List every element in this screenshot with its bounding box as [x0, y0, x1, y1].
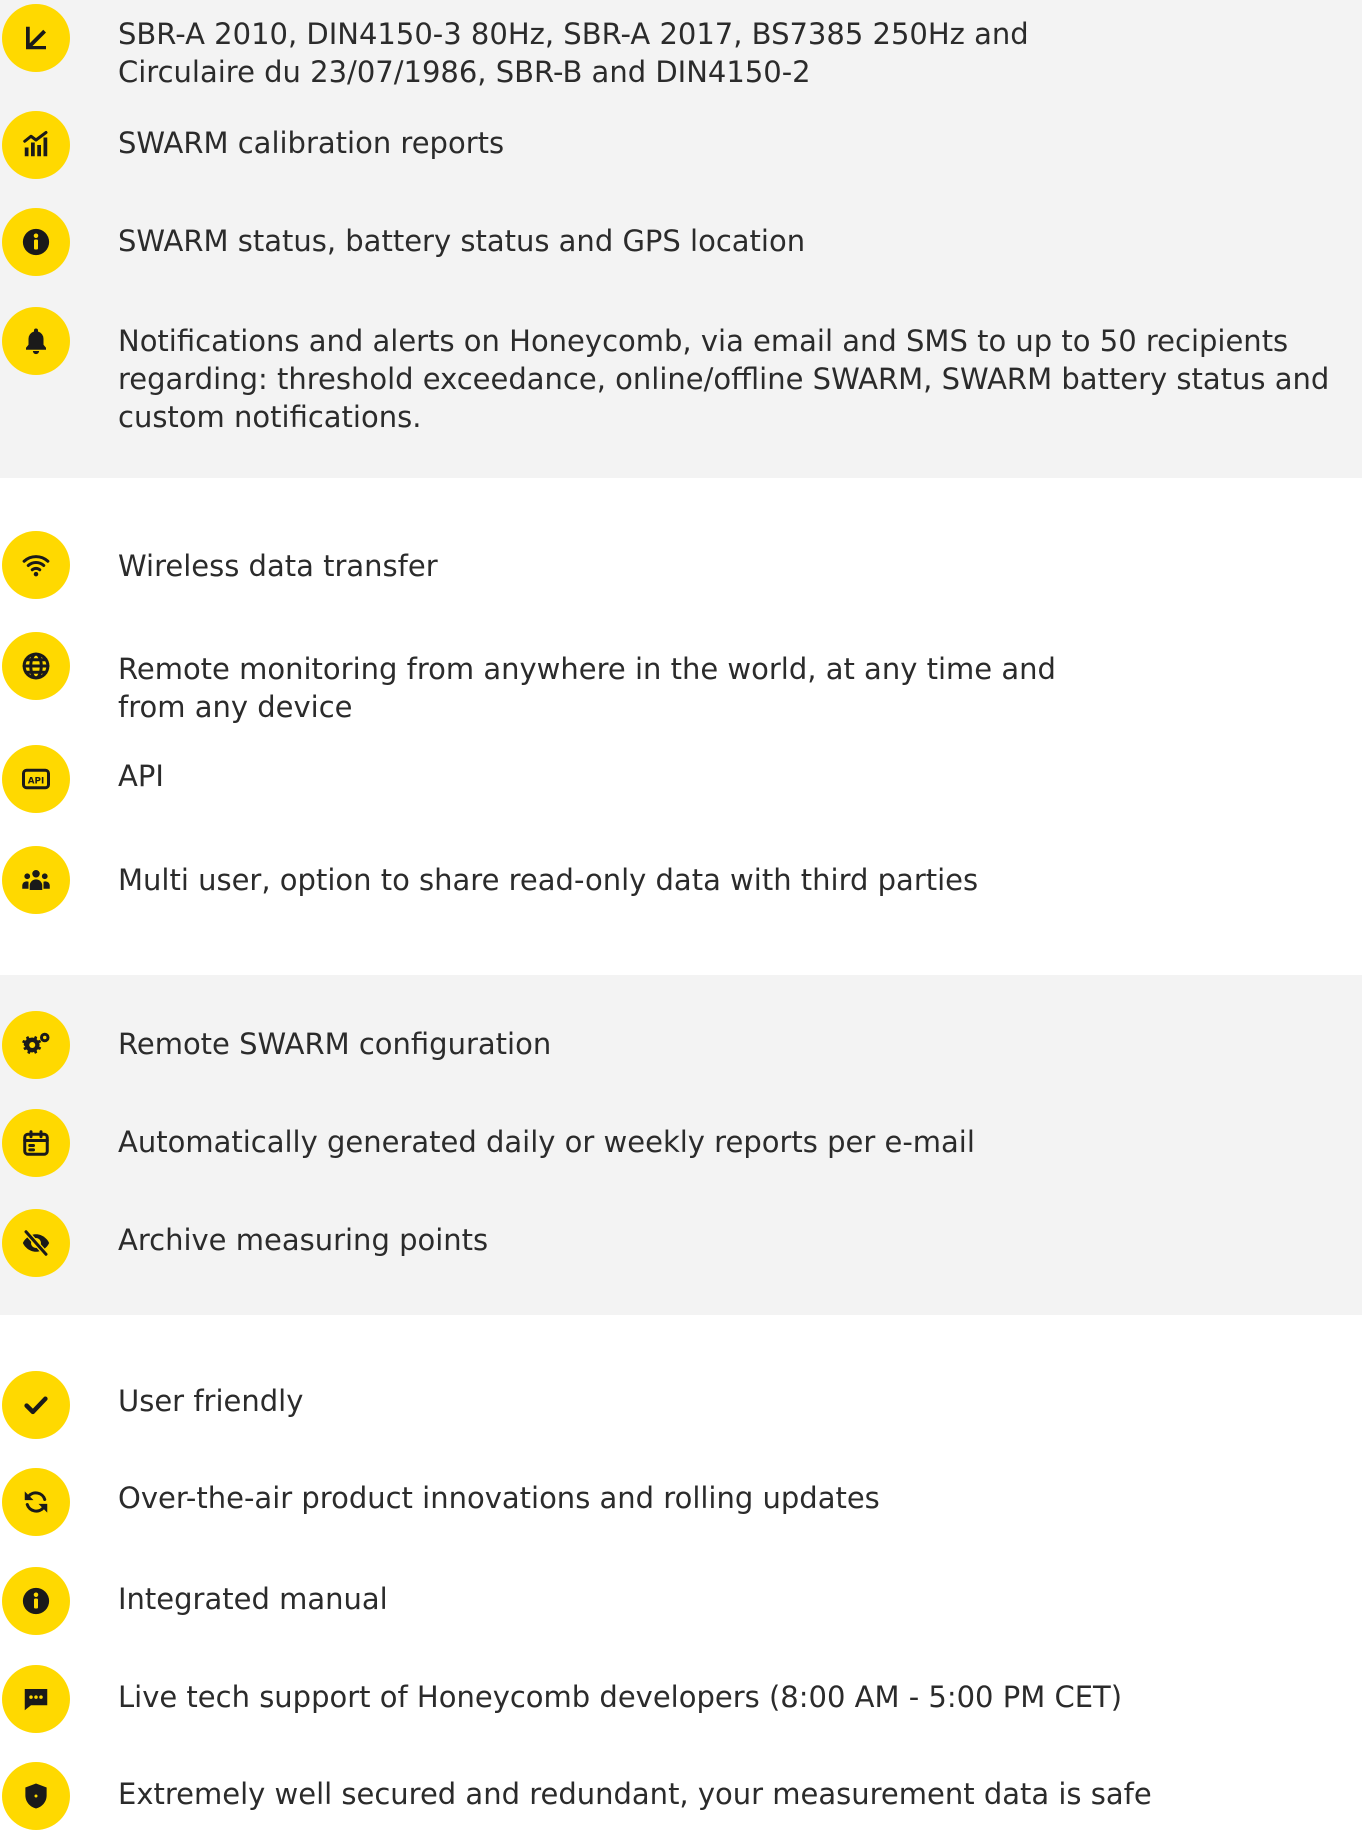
- gears-icon: [2, 1011, 70, 1079]
- feature-text: Extremely well secured and redundant, yo…: [118, 1775, 1354, 1813]
- feature-text: Live tech support of Honeycomb developer…: [118, 1678, 1354, 1716]
- sync-icon: [2, 1468, 70, 1536]
- feature-text-line: Remote monitoring from anywhere in the w…: [118, 652, 1056, 686]
- feature-text: Integrated manual: [118, 1580, 1354, 1618]
- feature-text-line: Wireless data transfer: [118, 549, 438, 583]
- feature-text-line: Multi user, option to share read-only da…: [118, 863, 979, 897]
- api-icon: API: [2, 745, 70, 813]
- feature-text: Remote monitoring from anywhere in the w…: [118, 650, 1354, 726]
- feature-text-line: SWARM status, battery status and GPS loc…: [118, 224, 806, 258]
- info-icon: [2, 1567, 70, 1635]
- feature-text: Multi user, option to share read-only da…: [118, 861, 1354, 899]
- feature-text-line: Over-the-air product innovations and rol…: [118, 1481, 880, 1515]
- calendar-icon: [2, 1109, 70, 1177]
- feature-text-line: regarding: threshold exceedance, online/…: [118, 362, 1330, 396]
- feature-text-line: SWARM calibration reports: [118, 126, 505, 160]
- globe-icon: [2, 632, 70, 700]
- feature-text-line: SBR-A 2010, DIN4150-3 80Hz, SBR-A 2017, …: [118, 17, 1029, 51]
- users-icon: [2, 846, 70, 914]
- wifi-icon: [2, 531, 70, 599]
- feature-text: User friendly: [118, 1382, 1354, 1420]
- chart-bars-icon: [2, 111, 70, 179]
- feature-text: API: [118, 757, 1354, 795]
- feature-text-line: Live tech support of Honeycomb developer…: [118, 1680, 1123, 1714]
- feature-text: SWARM status, battery status and GPS loc…: [118, 222, 1354, 260]
- feature-text-line: custom notifications.: [118, 400, 422, 434]
- feature-list-page: SBR-A 2010, DIN4150-3 80Hz, SBR-A 2017, …: [0, 0, 1362, 1830]
- feature-text-line: from any device: [118, 690, 353, 724]
- info-icon: [2, 208, 70, 276]
- bell-icon: [2, 307, 70, 375]
- chat-icon: [2, 1665, 70, 1733]
- feature-text-line: Remote SWARM configuration: [118, 1027, 552, 1061]
- feature-text-line: Extremely well secured and redundant, yo…: [118, 1777, 1152, 1811]
- feature-text-line: Notifications and alerts on Honeycomb, v…: [118, 324, 1289, 358]
- feature-text: Automatically generated daily or weekly …: [118, 1123, 1354, 1161]
- feature-text: SBR-A 2010, DIN4150-3 80Hz, SBR-A 2017, …: [118, 15, 1354, 91]
- feature-text-line: Automatically generated daily or weekly …: [118, 1125, 975, 1159]
- eye-slash-icon: [2, 1209, 70, 1277]
- feature-text: Wireless data transfer: [118, 547, 1354, 585]
- feature-text: SWARM calibration reports: [118, 124, 1354, 162]
- feature-text: Over-the-air product innovations and rol…: [118, 1479, 1354, 1517]
- feature-text-line: Integrated manual: [118, 1582, 388, 1616]
- feature-text: Remote SWARM configuration: [118, 1025, 1354, 1063]
- svg-text:API: API: [28, 776, 44, 786]
- feature-text-line: Circulaire du 23/07/1986, SBR-B and DIN4…: [118, 55, 811, 89]
- shield-icon: [2, 1762, 70, 1830]
- feature-text-line: Archive measuring points: [118, 1223, 489, 1257]
- feature-text-line: User friendly: [118, 1384, 304, 1418]
- check-icon: [2, 1371, 70, 1439]
- ruler-triangle-icon: [2, 4, 70, 72]
- feature-text: Archive measuring points: [118, 1221, 1354, 1259]
- feature-text-line: API: [118, 759, 164, 793]
- feature-text: Notifications and alerts on Honeycomb, v…: [118, 322, 1354, 436]
